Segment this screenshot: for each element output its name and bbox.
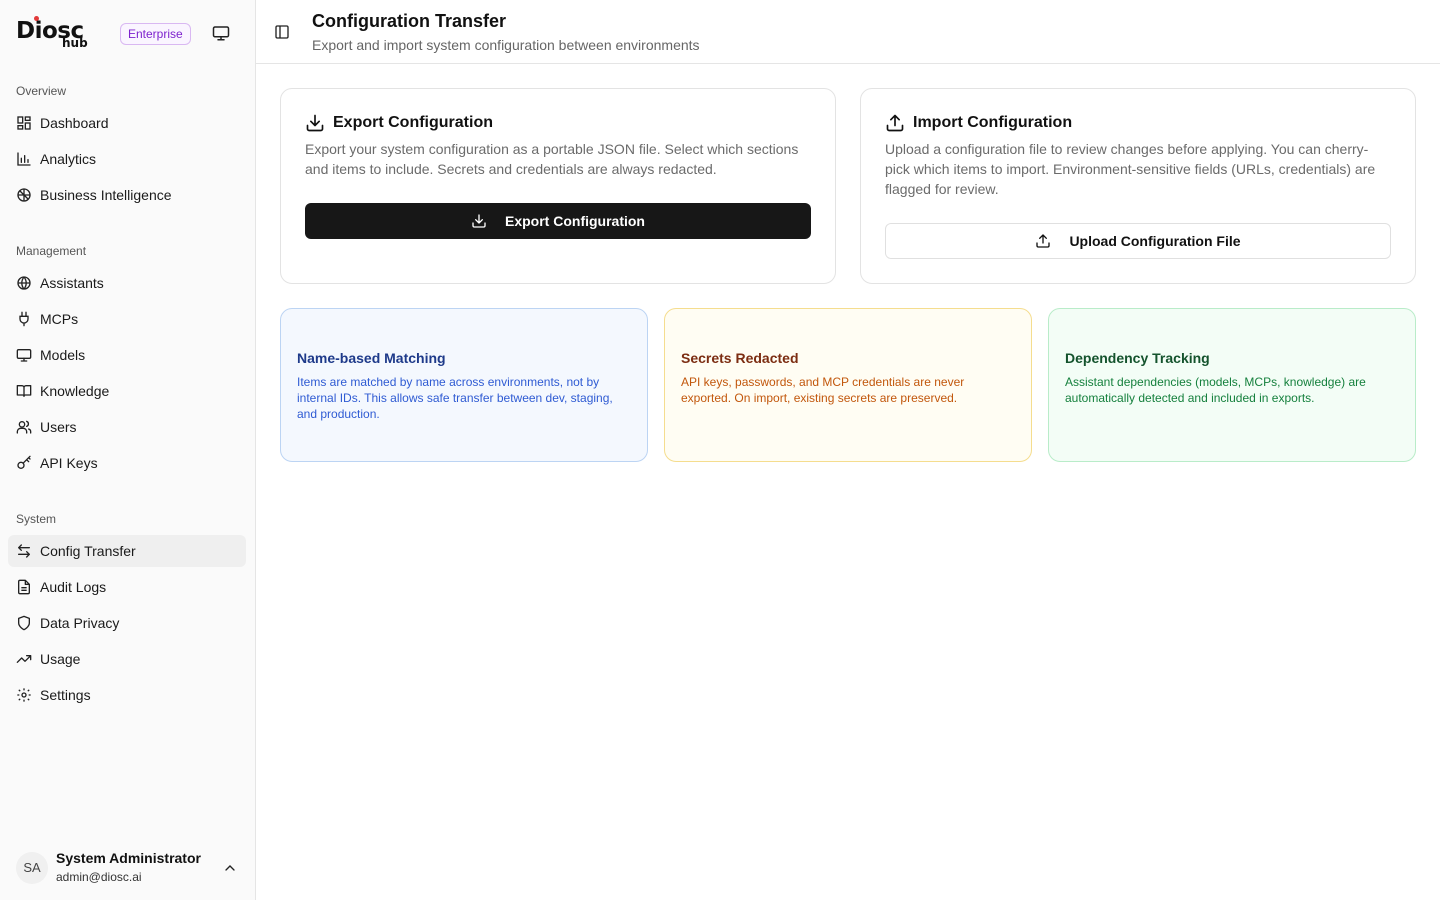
sidebar-item-label: Assistants (40, 275, 104, 291)
sidebar-toggle-icon[interactable] (274, 24, 290, 40)
sidebar-item-label: MCPs (40, 311, 79, 327)
monitor-icon (16, 347, 32, 363)
chevron-up-icon[interactable] (222, 860, 238, 876)
user-name: System Administrator (56, 850, 201, 866)
sidebar-item-label: Config Transfer (40, 543, 136, 559)
sidebar-item-audit-logs[interactable]: Audit Logs (8, 571, 246, 603)
export-card-header: Export Configuration (305, 113, 493, 133)
sidebar-item-label: API Keys (40, 455, 98, 471)
sidebar-item-usage[interactable]: Usage (8, 643, 246, 675)
export-button-label: Export Configuration (505, 213, 645, 229)
section-label-management: Management (16, 244, 87, 258)
sidebar-item-label: Dashboard (40, 115, 109, 131)
sidebar-item-label: Users (40, 419, 77, 435)
bar-chart-icon (16, 151, 32, 167)
sidebar-item-api-keys[interactable]: API Keys (8, 447, 246, 479)
arrows-icon (16, 543, 32, 559)
sidebar-item-data-privacy[interactable]: Data Privacy (8, 607, 246, 639)
sidebar-item-label: Business Intelligence (40, 187, 172, 203)
section-label-system: System (16, 512, 57, 526)
upload-button-label: Upload Configuration File (1069, 233, 1241, 249)
monitor-icon[interactable] (212, 24, 232, 44)
file-icon (16, 579, 32, 595)
sidebar-item-label: Usage (40, 651, 81, 667)
info-card-text: Assistant dependencies (models, MCPs, kn… (1065, 375, 1366, 405)
sidebar-item-label: Data Privacy (40, 615, 120, 631)
page-title: Configuration Transfer (312, 11, 507, 31)
user-email: admin@diosc.ai (56, 870, 142, 884)
export-card: Export Configuration Export your system … (280, 88, 836, 284)
logo-subtext: hub (62, 36, 88, 50)
sidebar-item-label: Settings (40, 687, 91, 703)
sidebar-item-analytics[interactable]: Analytics (8, 143, 246, 175)
download-icon (305, 113, 325, 133)
globe-icon (16, 275, 32, 291)
upload-icon (885, 113, 905, 133)
brand-row: Diosc hub Enterprise (16, 16, 240, 52)
info-card-title: Dependency Tracking (1065, 350, 1210, 366)
logo[interactable]: Diosc hub (16, 16, 96, 52)
import-card-header: Import Configuration (885, 113, 1072, 133)
info-card-name-matching: Name-based Matching Items are matched by… (280, 308, 648, 462)
page-header: Configuration Transfer Export and import… (256, 0, 1440, 64)
users-icon (16, 419, 32, 435)
brain-icon (16, 187, 32, 203)
export-card-description: Export your system configuration as a po… (305, 141, 799, 177)
sidebar-item-knowledge[interactable]: Knowledge (8, 375, 246, 407)
sidebar-item-mcps[interactable]: MCPs (8, 303, 246, 335)
sidebar-item-label: Knowledge (40, 383, 110, 399)
info-card-title: Secrets Redacted (681, 350, 799, 366)
import-card: Import Configuration Upload a configurat… (860, 88, 1416, 284)
info-card-text: Items are matched by name across environ… (297, 375, 613, 421)
info-card-dependency-tracking: Dependency Tracking Assistant dependenci… (1048, 308, 1416, 462)
upload-icon (1035, 233, 1051, 249)
info-card-secrets-redacted: Secrets Redacted API keys, passwords, an… (664, 308, 1032, 462)
import-card-description: Upload a configuration file to review ch… (885, 141, 1376, 197)
plug-icon (16, 311, 32, 327)
key-icon (16, 455, 32, 471)
export-card-title: Export Configuration (333, 114, 493, 131)
avatar: SA (16, 852, 48, 884)
info-card-title: Name-based Matching (297, 350, 446, 366)
grid-icon (16, 115, 32, 131)
sidebar-item-models[interactable]: Models (8, 339, 246, 371)
user-menu[interactable]: SA System Administrator admin@diosc.ai (8, 844, 248, 892)
sidebar-item-settings[interactable]: Settings (8, 679, 246, 711)
sidebar-item-users[interactable]: Users (8, 411, 246, 443)
sidebar-item-assistants[interactable]: Assistants (8, 267, 246, 299)
import-card-title: Import Configuration (913, 114, 1073, 131)
trend-icon (16, 651, 32, 667)
sidebar-item-label: Models (40, 347, 86, 363)
sidebar-item-business-intelligence[interactable]: Business Intelligence (8, 179, 246, 211)
info-card-text: API keys, passwords, and MCP credentials… (681, 375, 965, 405)
download-icon (471, 213, 487, 229)
sidebar-item-config-transfer[interactable]: Config Transfer (8, 535, 246, 567)
sidebar-item-dashboard[interactable]: Dashboard (8, 107, 246, 139)
sidebar-item-label: Analytics (40, 151, 97, 167)
book-icon (16, 383, 32, 399)
gear-icon (16, 687, 32, 703)
logo-dot (34, 16, 39, 21)
sidebar: Diosc hub Enterprise Overview Dashboard … (0, 0, 256, 900)
section-label-overview: Overview (16, 84, 67, 98)
upload-configuration-button[interactable]: Upload Configuration File (885, 223, 1391, 259)
sidebar-item-label: Audit Logs (40, 579, 107, 595)
plan-badge: Enterprise (120, 23, 191, 45)
export-configuration-button[interactable]: Export Configuration (305, 203, 811, 239)
page-subtitle: Export and import system configuration b… (312, 37, 700, 53)
shield-icon (16, 615, 32, 631)
